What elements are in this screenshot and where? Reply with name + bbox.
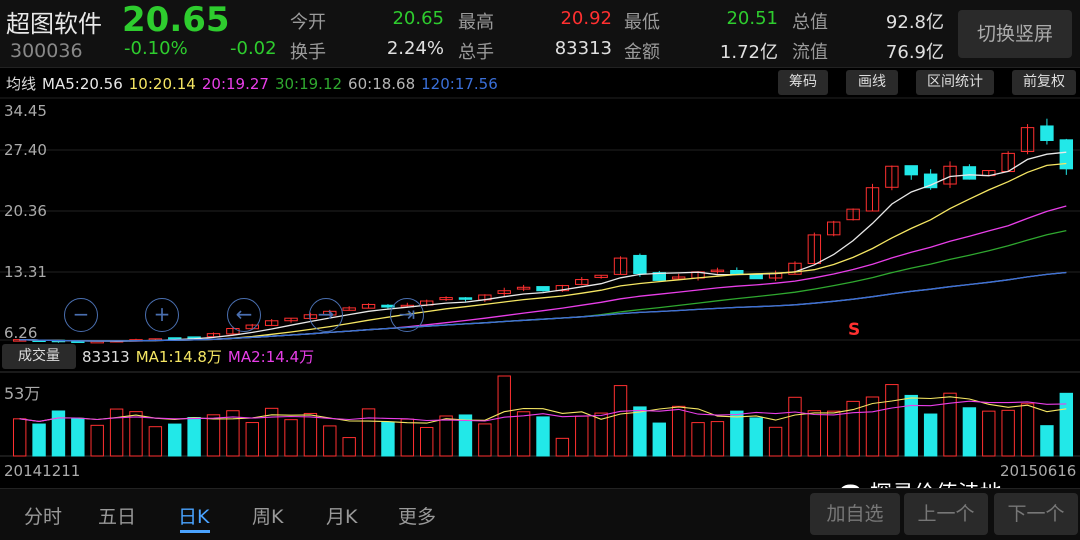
add-watchlist-button[interactable]: 加自选	[810, 493, 900, 535]
volume-bar	[129, 411, 143, 457]
tab-intraday[interactable]: 分时	[24, 502, 62, 529]
volume-bar	[478, 423, 492, 457]
ma30-line	[19, 229, 1067, 342]
volume-bar	[613, 385, 628, 457]
volume-axis-max: 53万	[4, 384, 41, 403]
volume-bar	[536, 416, 550, 457]
candle-body	[730, 270, 744, 275]
zoom-in-icon[interactable]: +	[145, 298, 179, 332]
volume-bar	[1001, 409, 1015, 457]
price-axis-label: 13.31	[4, 263, 47, 281]
arrow-right-icon[interactable]: →	[309, 298, 343, 332]
volume-ma1: MA1:14.8万	[135, 348, 222, 366]
volume-ma2: MA2:14.4万	[227, 348, 315, 366]
volume-bar	[71, 417, 85, 457]
candle-body	[962, 166, 977, 180]
volume-bar	[555, 437, 570, 457]
volume-legend: 83313 MA1:14.8万 MA2:14.4万	[82, 346, 320, 367]
volume-bar	[1040, 425, 1054, 457]
next-stock-button[interactable]: 下一个	[994, 493, 1078, 535]
volume-bar	[323, 425, 337, 457]
volume-bar	[361, 408, 376, 457]
volume-tag-button[interactable]: 成交量	[2, 344, 76, 369]
sell-signal-marker: S	[848, 320, 861, 340]
kline-chart[interactable]	[0, 0, 1080, 488]
volume-bar	[90, 424, 104, 457]
volume-bar	[904, 394, 918, 457]
price-axis-label: 20.36	[4, 202, 47, 220]
volume-bar	[420, 426, 434, 457]
candle-body	[1040, 125, 1054, 141]
volume-bar	[303, 412, 318, 457]
price-axis-label: 27.40	[4, 141, 47, 159]
arrow-left-icon[interactable]: ←	[227, 298, 261, 332]
tab-more[interactable]: 更多	[398, 502, 436, 529]
volume-bar	[148, 426, 163, 457]
candle-body	[458, 297, 473, 300]
volume-bar	[400, 418, 415, 457]
volume-bar	[284, 419, 298, 457]
candle-body	[749, 274, 763, 280]
volume-bar	[768, 426, 783, 457]
zoom-out-icon[interactable]: −	[64, 298, 98, 332]
previous-stock-button[interactable]: 上一个	[904, 493, 988, 535]
candle-body	[633, 254, 647, 275]
candle-body	[536, 286, 550, 292]
volume-bar	[575, 415, 589, 457]
volume-bar	[633, 406, 647, 457]
volume-bar	[1020, 403, 1035, 457]
tab-weekly-k[interactable]: 周K	[252, 502, 283, 529]
tab-five-day[interactable]: 五日	[98, 502, 136, 529]
volume-bar	[32, 423, 46, 457]
volume-bar	[827, 410, 841, 457]
volume-bar	[245, 422, 259, 457]
volume-bar	[691, 422, 705, 457]
end-date: 20150616	[1000, 462, 1077, 480]
active-tab-indicator	[180, 530, 210, 533]
volume-total: 83313	[82, 348, 130, 366]
volume-bar	[168, 423, 182, 457]
volume-bar	[109, 408, 124, 457]
volume-bar	[962, 407, 977, 457]
tab-monthly-k[interactable]: 月K	[326, 502, 357, 529]
volume-bar	[652, 422, 666, 457]
price-axis-label: 34.45	[4, 102, 47, 120]
volume-bar	[381, 421, 395, 457]
volume-bar	[865, 396, 880, 457]
arrow-right-end-icon[interactable]: ⇥	[390, 298, 424, 332]
price-axis-label: 6.26	[4, 324, 38, 342]
candle-body	[904, 165, 918, 176]
volume-bar	[807, 410, 822, 457]
volume-bar	[187, 417, 201, 457]
volume-bar	[710, 421, 725, 457]
volume-bar	[749, 417, 763, 457]
volume-bar	[497, 375, 511, 457]
volume-bar	[923, 413, 938, 457]
volume-bar	[1059, 392, 1074, 457]
volume-bar	[342, 437, 356, 457]
volume-bar	[12, 418, 27, 457]
volume-bar	[671, 405, 686, 457]
volume-bar	[439, 415, 453, 457]
tab-daily-k[interactable]: 日K	[178, 502, 209, 529]
volume-bar	[788, 396, 802, 457]
volume-bar	[730, 410, 744, 457]
start-date: 20141211	[4, 462, 81, 480]
volume-bar	[982, 410, 996, 457]
volume-bar	[885, 384, 899, 457]
volume-bar	[516, 411, 531, 457]
volume-bar	[206, 414, 221, 457]
